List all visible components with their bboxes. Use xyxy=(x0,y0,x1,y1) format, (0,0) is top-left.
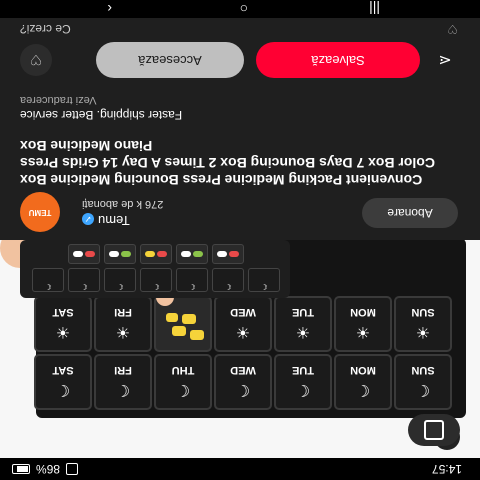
video-info: Abonare Temu ✓ 276 k de abonați TEMU Conv… xyxy=(0,0,480,240)
small-compartment-pills xyxy=(212,244,244,264)
status-bar: 14:57 86% xyxy=(0,458,480,480)
wifi-icon xyxy=(66,463,79,475)
access-button[interactable]: Accesează xyxy=(96,42,244,78)
status-time: 14:57 xyxy=(431,462,462,476)
translate-link[interactable]: Vezi traducerea xyxy=(20,94,96,106)
channel-avatar[interactable]: TEMU xyxy=(20,192,60,232)
small-compartment-wed: ☾ xyxy=(140,268,172,292)
compartment-fri-night: ☾ FRI xyxy=(94,354,152,410)
compartment-sun-night: ☾ SUN xyxy=(394,354,452,410)
video-title[interactable]: Convenient Packing Medicine Press Bounci… xyxy=(20,137,458,188)
subscribe-button[interactable]: Abonare xyxy=(362,198,458,228)
small-compartment-pills xyxy=(140,244,172,264)
status-icons: 86% xyxy=(12,462,79,476)
small-compartment-mon: ☾ xyxy=(212,268,244,292)
small-compartment-thu: ☾ xyxy=(104,268,136,292)
product-image[interactable]: ‹ ☾SUN ☾MON ☾TUE ☾WED ☾THU ☾FRI ☾SAT ☀SU… xyxy=(0,240,480,458)
subscriber-count: 276 k de abonați xyxy=(82,198,164,210)
channel-row: Abonare Temu ✓ 276 k de abonați TEMU xyxy=(0,192,480,232)
compartment-thu-night: ☾ THU xyxy=(154,354,212,410)
compartment-mon-day: ☀ MON xyxy=(334,296,392,352)
save-button[interactable]: Salvează xyxy=(256,42,420,78)
heart-icon[interactable]: ♡ xyxy=(447,22,458,36)
small-compartment-pills xyxy=(68,244,100,264)
compartment-sat-night: ☾ SAT xyxy=(34,354,92,410)
compartment-tue-day: ☀ TUE xyxy=(274,296,332,352)
compartment-fri-day: ☀ FRI xyxy=(94,296,152,352)
small-compartment-pills xyxy=(176,244,208,264)
compartment-mon-night: ☾ MON xyxy=(334,354,392,410)
like-icon[interactable]: ♡ xyxy=(20,44,52,76)
action-bar: ⋖ Salvează Accesează ♡ xyxy=(0,36,480,80)
compartment-sun-day: ☀ SUN xyxy=(394,296,452,352)
home-icon[interactable]: ○ xyxy=(240,0,248,18)
channel-name[interactable]: Temu ✓ xyxy=(82,213,130,228)
comment-prompt[interactable]: Ce crezi? ♡ xyxy=(0,18,480,36)
recent-apps-icon[interactable]: ||| xyxy=(369,0,380,18)
small-compartment-sat: ☾ xyxy=(32,268,64,292)
compartment-wed-night: ☾ WED xyxy=(214,354,272,410)
battery-icon xyxy=(12,464,30,474)
channel-name-text: Temu xyxy=(98,213,130,228)
share-icon[interactable]: ⋖ xyxy=(432,46,458,72)
small-compartment-sun: ☾ xyxy=(248,268,280,292)
google-lens-icon[interactable] xyxy=(408,414,460,446)
small-compartment-fri: ☾ xyxy=(68,268,100,292)
system-nav-bar: ||| ○ ‹ xyxy=(0,0,480,18)
compartment-sat-day: ☀ SAT xyxy=(34,296,92,352)
small-compartment-tue: ☾ xyxy=(176,268,208,292)
verified-icon: ✓ xyxy=(82,213,94,225)
screen: 14:57 86% ‹ ☾SUN ☾MON ☾TUE ☾WED ☾THU ☾FR… xyxy=(0,0,480,480)
back-icon[interactable]: ‹ xyxy=(107,0,112,18)
comment-prompt-label: Ce crezi? xyxy=(20,22,71,36)
video-subtitle: Faster shipping. Better service xyxy=(20,108,183,122)
battery-percent: 86% xyxy=(36,462,61,476)
small-compartment-pills xyxy=(104,244,136,264)
compartment-wed-day: ☀ WED xyxy=(214,296,272,352)
compartment-tue-night: ☾ TUE xyxy=(274,354,332,410)
